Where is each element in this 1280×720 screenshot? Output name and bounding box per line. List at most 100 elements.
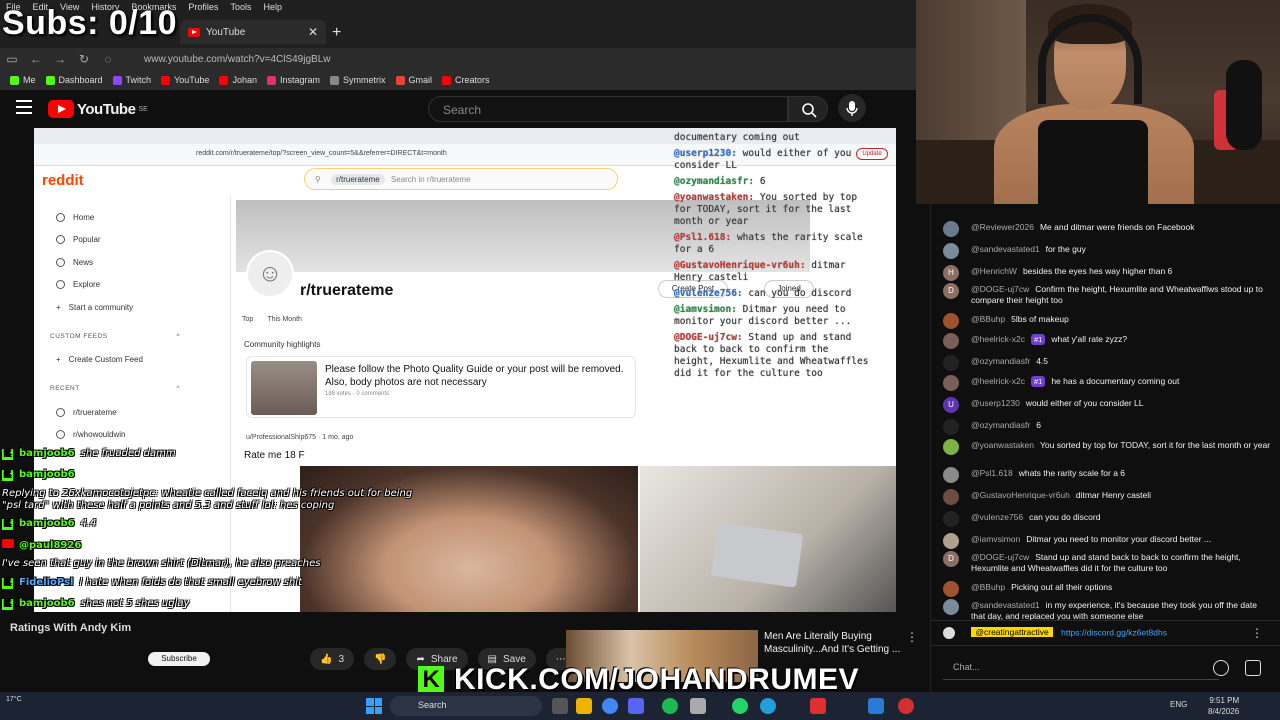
overlay-chat-line: K FidelioPsl I hate when foids do that sma… (2, 577, 302, 589)
create-custom-feed: + Create Custom Feed (56, 355, 143, 365)
chat-message: @heelrick-x2c #1 he has a documentary comi… (943, 375, 1273, 391)
chat-author: @Reviewer2026 (971, 222, 1034, 232)
folder-icon[interactable] (576, 698, 592, 714)
avatar (943, 375, 959, 391)
menu-icon[interactable] (16, 100, 32, 114)
chat-author: @ozymandiasfr (971, 356, 1031, 366)
new-tab-icon[interactable]: + (332, 24, 341, 42)
bookmark-item[interactable]: Instagram (266, 75, 320, 85)
bookmark-favicon-icon (112, 75, 122, 85)
menu-tools[interactable]: Tools (230, 2, 251, 12)
member-badge: #1 (1030, 376, 1046, 387)
close-tab-icon[interactable]: ✕ (308, 25, 318, 39)
chat-text: Picking out all their options (1011, 582, 1113, 592)
weather-widget[interactable]: 17°C (6, 696, 22, 703)
emoji-icon[interactable] (1213, 660, 1229, 676)
app-icon[interactable] (868, 698, 884, 714)
overlay-chat-line: Kbamjoob6 4.4 (2, 518, 97, 530)
obs-icon[interactable] (898, 698, 914, 714)
telegram-icon[interactable] (760, 698, 776, 714)
app-icon[interactable] (810, 698, 826, 714)
address-bar-row: ▭ ← → ↻ ◌ www.youtube.com/watch?v=4ClS49… (0, 48, 916, 70)
subscribe-button[interactable]: Subscribe (148, 652, 210, 666)
bookmark-item[interactable]: Twitch (112, 75, 151, 85)
url-field[interactable]: www.youtube.com/watch?v=4ClS49jgBLw (144, 54, 330, 65)
chat-text: Ditmar you need to monitor your discord … (1026, 534, 1211, 544)
microphone-icon[interactable] (838, 94, 866, 122)
overlay-chat-line: Kbamjoob6 shes not 5 shes uglay (2, 598, 189, 610)
overlay-chat-line: Replying to 26xkamocotojetpc: wheatie ca… (2, 488, 412, 499)
sidebar-divider (230, 196, 231, 612)
bookmark-item[interactable]: Me (10, 75, 36, 85)
channel-name[interactable]: Ratings With Andy Kim (10, 622, 131, 634)
reload-icon[interactable]: ↻ (72, 52, 96, 66)
language-indicator[interactable]: ENG (1170, 700, 1187, 709)
shield-icon[interactable]: ◌ (96, 52, 120, 66)
bookmark-item[interactable]: Gmail (395, 75, 432, 85)
bookmark-item[interactable]: Creators (442, 75, 490, 85)
youtube-logo[interactable]: YouTube SE (48, 100, 148, 118)
spotify-icon[interactable] (662, 698, 678, 714)
heart-icon[interactable] (1245, 660, 1261, 676)
bookmark-item[interactable]: Symmetrix (330, 75, 386, 85)
menu-profiles[interactable]: Profiles (188, 2, 218, 12)
kick-icon: K (2, 599, 13, 610)
recent-heading: RECENT ^ (50, 385, 180, 392)
bookmark-item[interactable]: YouTube (161, 75, 209, 85)
menu-help[interactable]: Help (263, 2, 282, 12)
reddit-search-input: ⚲ r/truerateme Search in r/truerateme (304, 168, 618, 190)
chat-message: @Psl1.618 whats the rarity scale for a 6 (943, 467, 1273, 483)
discord-icon[interactable] (628, 698, 644, 714)
search-input[interactable]: Search (428, 96, 788, 122)
clock[interactable]: 9:51 PM 8/4/2026 (1208, 695, 1239, 717)
chat-text: besides the eyes hes way higher than 6 (1022, 266, 1173, 276)
more-icon[interactable]: ⋮ (906, 630, 918, 644)
whatsapp-icon[interactable] (732, 698, 748, 714)
avatar (943, 533, 959, 549)
more-icon[interactable]: ⋮ (1251, 626, 1263, 640)
windows-start-icon[interactable] (366, 698, 382, 714)
streamer-shirt (1038, 120, 1148, 204)
plus-icon: + (56, 302, 61, 312)
youtube-play-icon (48, 100, 74, 118)
chat-message: D @DOGE-uj7cw Confirm the height, Hexumlit… (943, 283, 1273, 306)
sort-top: Top (242, 316, 254, 323)
kick-icon: K (2, 449, 13, 460)
avatar (943, 355, 959, 371)
overlay-chat-line: @paul8926 (2, 539, 87, 551)
dislike-button[interactable]: 👎 (364, 648, 397, 670)
avatar (943, 333, 959, 349)
forward-icon[interactable]: → (48, 52, 72, 66)
avatar (943, 439, 959, 455)
chat-text: what y'all rate zyzz? (1051, 334, 1128, 344)
chat-input[interactable]: Chat... (943, 656, 1219, 680)
chat-replay-overlay: documentary coming out @userp1230: would … (674, 132, 874, 384)
app-icon[interactable] (690, 698, 706, 714)
search-icon[interactable] (788, 96, 828, 122)
discord-link[interactable]: https://discord.gg/kz6et8dhs (1061, 627, 1167, 637)
browser-tab-youtube[interactable]: YouTube ✕ (180, 20, 326, 44)
plus-icon: + (56, 355, 61, 365)
thumbs-up-icon: 👍 (320, 653, 333, 665)
community-highlights: Community highlights (244, 340, 321, 349)
sidebar-toggle-icon[interactable]: ▭ (0, 52, 24, 66)
video-player[interactable]: reddit.com/r/truerateme/top/?screen_view… (34, 128, 896, 612)
subreddit-name: r/truerateme (300, 282, 394, 299)
recommended-video-title[interactable]: Men Are Literally Buying Masculinity...A… (764, 630, 904, 656)
chat-replay-line: @GustavoHenrique-vr6uh: ditmar Henry cas… (674, 260, 846, 283)
pinned-author: @creatingattractive (971, 627, 1053, 638)
taskbar-search[interactable]: Search (390, 696, 542, 716)
bookmark-item[interactable]: Dashboard (45, 75, 103, 85)
chat-message: @yoanwastaken You sorted by top for TODAY… (943, 439, 1273, 455)
avatar (943, 489, 959, 505)
bookmark-favicon-icon (330, 75, 339, 85)
live-chat-panel: @Reviewer2026 Me and ditmar were friends … (930, 204, 1280, 692)
back-icon[interactable]: ← (24, 52, 48, 66)
chat-author: @BBuhp (971, 314, 1006, 324)
bookmark-item[interactable]: Johan (219, 75, 257, 85)
file-explorer-icon[interactable] (552, 698, 568, 714)
chrome-icon[interactable] (602, 698, 618, 714)
like-button[interactable]: 👍 3 (310, 648, 355, 670)
chat-message: @GustavoHenrique-vr6uh ditmar Henry caste… (943, 489, 1273, 505)
chat-author: @GustavoHenrique-vr6uh (971, 490, 1070, 500)
